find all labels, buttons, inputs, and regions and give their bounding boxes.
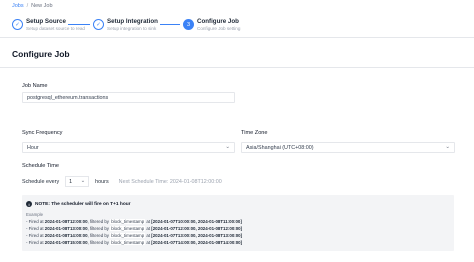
filter-range: [2024-01-07T12:00:00, 2024-01-08T12:00:0… (151, 226, 243, 231)
chevron-down-icon: ⌄ (80, 177, 86, 184)
breadcrumb-current: New Job (31, 3, 53, 9)
schedule-interval-select[interactable]: 1 ⌄ (65, 176, 90, 187)
schedule-prefix: Schedule every (22, 178, 60, 185)
step-title: Setup Source (26, 18, 66, 25)
breadcrumb: Jobs / New Job (12, 3, 53, 9)
job-name-label: Job Name (22, 83, 48, 89)
schedule-interval-value: 1 (69, 178, 73, 185)
time-zone-select[interactable]: Asia/Shanghai (UTC+08:00) ⌄ (241, 142, 455, 153)
step-number-icon: 3 (183, 19, 194, 30)
sync-frequency-select[interactable]: Hour ⌄ (22, 142, 235, 153)
line-text: , filtered by (87, 233, 111, 238)
note-title: NOTE: The scheduler will fire on T+1 hou… (35, 201, 131, 207)
stepper: ✓ Setup Source Setup dataset source to r… (0, 14, 474, 38)
filter-range: [2024-01-07T10:00:00, 2024-01-08T11:00:0… (151, 219, 242, 224)
schedule-time-label: Schedule Time (22, 163, 60, 169)
filter-field: block_timestamp (110, 226, 146, 231)
line-text: - Fired at (26, 219, 45, 224)
fired-time: 2024-01-08T12:00:00 (44, 219, 88, 224)
step-connector (68, 24, 90, 25)
note-example-line: - Fired at 2024-01-08T12:00:00, filtered… (26, 219, 242, 224)
line-text: , filtered by (87, 226, 111, 231)
fired-time: 2024-01-08T14:00:00 (44, 233, 88, 238)
chevron-down-icon: ⌄ (445, 143, 450, 150)
next-schedule-time: Next Schedule Time: 2024-01-08T12:00:00 (118, 178, 222, 185)
step-connector (160, 24, 180, 25)
sync-frequency-label: Sync Frequency (22, 130, 63, 136)
note-example-line: - Fired at 2024-01-08T14:00:00, filtered… (26, 233, 242, 238)
step-title: Setup Integration (107, 18, 158, 25)
filter-range: [2024-01-07T14:00:00, 2024-01-08T14:00:0… (151, 240, 243, 245)
line-text: - Fired at (26, 226, 45, 231)
line-text: - Fired at (26, 233, 45, 238)
breadcrumb-jobs-link[interactable]: Jobs (12, 3, 24, 9)
filter-field: block_timestamp (110, 240, 146, 245)
note-example-line: - Fired at 2024-01-08T13:00:00, filtered… (26, 226, 242, 231)
step-subtitle: Configure Job setting (197, 26, 241, 31)
info-icon: i (26, 201, 32, 207)
sync-frequency-value: Hour (27, 144, 39, 151)
fired-time: 2024-01-08T13:00:00 (44, 226, 88, 231)
schedule-unit: hours (95, 178, 109, 185)
scheduler-note: i NOTE: The scheduler will fire on T+1 h… (22, 195, 454, 251)
schedule-row: Schedule every 1 ⌄ hours Next Schedule T… (22, 176, 222, 187)
line-text: , filtered by (87, 240, 111, 245)
divider (0, 67, 474, 68)
step-subtitle: Setup dataset source to read (26, 26, 85, 31)
breadcrumb-separator: / (26, 3, 29, 9)
note-example-line: - Fired at 2024-01-08T15:00:00, filtered… (26, 240, 242, 245)
note-example-label: Example (26, 212, 44, 217)
fired-time: 2024-01-08T15:00:00 (44, 240, 88, 245)
line-text: - Fired at (26, 240, 45, 245)
filter-field: block_timestamp (110, 233, 146, 238)
step-subtitle: Setup integration to sink (107, 26, 157, 31)
check-circle-icon: ✓ (93, 19, 104, 30)
check-circle-icon: ✓ (12, 19, 23, 30)
filter-range: [2024-01-07T13:00:00, 2024-01-08T13:00:0… (151, 233, 243, 238)
page-title: Configure Job (12, 49, 70, 59)
chevron-down-icon: ⌄ (225, 143, 230, 150)
note-header: i NOTE: The scheduler will fire on T+1 h… (26, 201, 131, 207)
line-text: , filtered by (87, 219, 111, 224)
step-title: Configure Job (197, 18, 239, 25)
time-zone-label: Time Zone (241, 130, 268, 136)
time-zone-value: Asia/Shanghai (UTC+08:00) (246, 144, 314, 151)
job-name-input[interactable]: postgresql_ethereum.transactions (22, 92, 235, 103)
filter-field: block_timestamp (110, 219, 146, 224)
